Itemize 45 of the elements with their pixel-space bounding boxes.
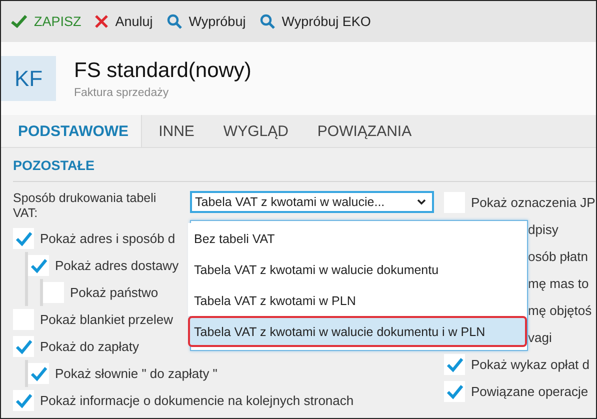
page-title: FS standard(nowy) bbox=[74, 58, 252, 82]
option-label: Pokaż informacje o dokumencie na kolejnych stronach bbox=[40, 393, 354, 408]
option-label: Pokaż wykaz opłat d bbox=[471, 357, 590, 372]
option-label: mę mas to bbox=[528, 275, 589, 293]
chevron-down-icon bbox=[417, 199, 426, 205]
checkbox[interactable] bbox=[28, 255, 49, 276]
section-title: POZOSTAŁE bbox=[13, 148, 596, 182]
tab[interactable]: WYGLĄD bbox=[206, 115, 300, 147]
checkbox[interactable] bbox=[13, 336, 34, 357]
option-label: Pokaż do zapłaty bbox=[40, 339, 140, 354]
dropdown-option[interactable]: Tabela VAT z kwotami w PLN bbox=[188, 285, 527, 316]
close-icon bbox=[95, 15, 108, 28]
option-label: osób płatn bbox=[528, 248, 588, 266]
test-button[interactable]: Wypróbuj bbox=[166, 14, 246, 29]
option-label: dpisy bbox=[528, 221, 558, 239]
checkbox[interactable] bbox=[28, 363, 49, 384]
dropdown-option[interactable]: Bez tabeli VAT bbox=[188, 223, 527, 254]
option-label: Powiązane operacje bbox=[471, 384, 588, 399]
tab[interactable]: POWIĄZANIA bbox=[300, 115, 424, 147]
cancel-button[interactable]: Anuluj bbox=[95, 14, 153, 29]
test-button[interactable]: Wypróbuj EKO bbox=[260, 14, 371, 29]
option-label: vagi bbox=[528, 329, 552, 347]
vat-table-select[interactable]: Tabela VAT z kwotami w walucie... bbox=[190, 191, 434, 213]
tab[interactable]: INNE bbox=[142, 115, 206, 147]
field-label: Sposób drukowania tabeli VAT: bbox=[13, 190, 158, 222]
search-icon bbox=[260, 14, 275, 29]
document-badge: KF bbox=[1, 56, 56, 101]
checkbox[interactable] bbox=[444, 381, 465, 402]
page-subtitle: Faktura sprzedaży bbox=[74, 86, 170, 98]
option-label: Pokaż adres dostawy bbox=[55, 258, 179, 273]
search-icon bbox=[166, 14, 182, 29]
option-label: Pokaż słownie " do zapłaty " bbox=[55, 366, 218, 381]
checkbox[interactable] bbox=[13, 228, 34, 249]
option-label: Pokaż państwo bbox=[70, 285, 158, 300]
tab[interactable]: PODSTAWOWE bbox=[1, 115, 142, 147]
option-label: Pokaż blankiet przelew bbox=[40, 312, 173, 327]
checkbox[interactable] bbox=[13, 390, 34, 411]
option-label: mę objętoś bbox=[528, 302, 592, 320]
option-label: Pokaż adres i sposób d bbox=[40, 231, 176, 246]
check-icon bbox=[11, 15, 27, 28]
dropdown-option[interactable]: Tabela VAT z kwotami w walucie dokumentu i w PLN bbox=[188, 316, 527, 347]
checkbox[interactable] bbox=[444, 354, 465, 375]
option-label: Pokaż oznaczenia JP bbox=[471, 195, 596, 210]
dropdown-option[interactable]: Tabela VAT z kwotami w walucie dokumentu bbox=[188, 254, 527, 285]
checkbox[interactable] bbox=[43, 282, 64, 303]
